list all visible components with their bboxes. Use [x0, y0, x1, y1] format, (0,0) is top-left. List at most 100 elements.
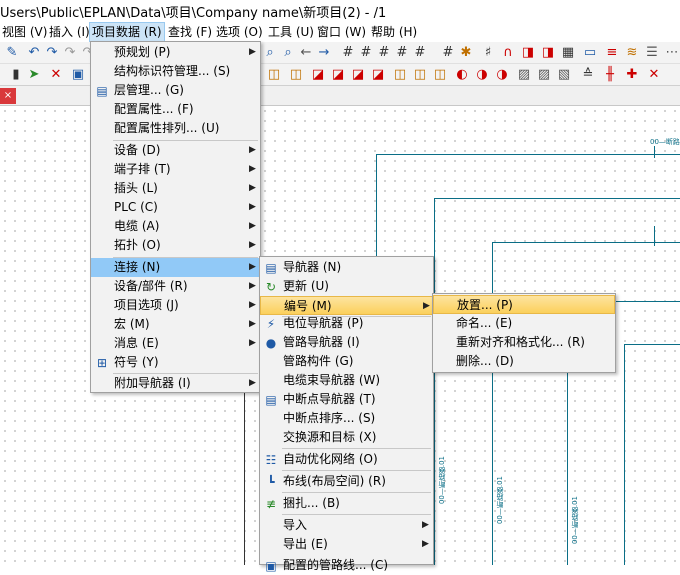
hatch-c-icon[interactable]: ▧	[556, 67, 572, 83]
menu-insert[interactable]: 插入 (I)	[47, 22, 92, 42]
menu-item-interruption-sort[interactable]: 中断点排序... (S)	[260, 409, 433, 428]
menu-item-navigator[interactable]: ▤ 导航器 (N)	[260, 258, 433, 277]
submenu-arrow-icon: ▶	[422, 520, 429, 530]
connect-f-icon[interactable]: ◪	[370, 67, 386, 83]
menu-item-topology[interactable]: 拓扑 (O) ▶	[91, 236, 260, 255]
undo-icon[interactable]: ↶	[26, 45, 42, 61]
submenu-arrow-icon: ▶	[249, 319, 256, 329]
menu-item-update[interactable]: ↻ 更新 (U)	[260, 277, 433, 296]
menu-item-config-props-order[interactable]: 配置属性排列... (U)	[91, 119, 260, 138]
close-icon[interactable]: ×	[0, 88, 16, 104]
menu-item-configured-pipes[interactable]: ▣ 配置的管路线... (C)	[260, 556, 433, 575]
menu-tools[interactable]: 工具 (U)	[266, 22, 316, 42]
menu-item-interruption-navigator[interactable]: ▤ 中断点导航器 (T)	[260, 390, 433, 409]
object-snap-icon[interactable]: ◨	[520, 45, 536, 61]
menu-item-macros[interactable]: 宏 (M) ▶	[91, 315, 260, 334]
connect-b-icon[interactable]: ◫	[288, 67, 304, 83]
menu-item-pipe-components[interactable]: 管路构件 (G)	[260, 352, 433, 371]
menu-item-extra-navigators[interactable]: 附加导航器 (I) ▶	[91, 374, 260, 393]
connect-e-icon[interactable]: ◪	[350, 67, 366, 83]
connect-j-icon[interactable]: ◐	[454, 67, 470, 83]
terminal-icon[interactable]: ╫	[602, 67, 618, 83]
window-icon[interactable]: ▭	[582, 45, 598, 61]
connect-l-icon[interactable]: ◑	[494, 67, 510, 83]
connect-k-icon[interactable]: ◑	[474, 67, 490, 83]
grid-b-icon[interactable]: #	[358, 45, 374, 61]
menu-item-layer-mgmt[interactable]: ▤ 层管理... (G)	[91, 81, 260, 100]
menu-item-export[interactable]: 导出 (E) ▶	[260, 535, 433, 554]
back-arrow-icon[interactable]: ←	[298, 45, 314, 61]
grid-e-icon[interactable]: #	[412, 45, 428, 61]
menu-item-cables[interactable]: 电缆 (A) ▶	[91, 217, 260, 236]
connect-a-icon[interactable]: ◫	[266, 67, 282, 83]
insert-symbol-icon[interactable]: ▮	[8, 67, 24, 83]
lines-icon[interactable]: ≡	[604, 45, 620, 61]
menu-item-devices[interactable]: 设备 (D) ▶	[91, 141, 260, 160]
grid-c-icon[interactable]: #	[376, 45, 392, 61]
menu-find[interactable]: 查找 (F)	[166, 22, 214, 42]
snap-grid-icon[interactable]: #	[440, 45, 456, 61]
cable-icon[interactable]: ✕	[646, 67, 662, 83]
menu-item-symbols[interactable]: ⊞ 符号 (Y)	[91, 353, 260, 372]
menu-item-plc[interactable]: PLC (C) ▶	[91, 198, 260, 217]
snap-a-icon[interactable]: ◨	[540, 45, 556, 61]
menu-item-realign-format[interactable]: 重新对齐和格式化... (R)	[433, 333, 615, 352]
wrench-icon[interactable]: ✎	[4, 45, 20, 61]
plug-icon[interactable]: ✚	[624, 67, 640, 83]
grid-icon[interactable]: #	[340, 45, 356, 61]
menu-help[interactable]: 帮助 (H)	[369, 22, 419, 42]
connect-g-icon[interactable]: ◫	[392, 67, 408, 83]
menu-item-place[interactable]: 放置... (P)	[433, 295, 615, 314]
redo-icon[interactable]: ↷	[44, 45, 60, 61]
submenu-arrow-icon: ▶	[249, 164, 256, 174]
connect-d-icon[interactable]: ◪	[330, 67, 346, 83]
wire-h3	[492, 242, 680, 243]
wave-icon[interactable]: ≋	[624, 45, 640, 61]
menu-item-config-props[interactable]: 配置属性... (F)	[91, 100, 260, 119]
grid-d-icon[interactable]: #	[394, 45, 410, 61]
menu-item-numbering[interactable]: 编号 (M) ▶	[260, 296, 433, 315]
more-icon[interactable]: ⋯	[664, 45, 680, 61]
redo-all-icon[interactable]: ↷	[62, 45, 78, 61]
hash-icon[interactable]: ♯	[480, 45, 496, 61]
menu-item-bundle[interactable]: ≢ 捆扎... (B)	[260, 494, 433, 513]
menu-item-devices-parts[interactable]: 设备/部件 (R) ▶	[91, 277, 260, 296]
menu-item-structure-id[interactable]: 结构标识符管理... (S)	[91, 62, 260, 81]
connect-c-icon[interactable]: ◪	[310, 67, 326, 83]
menu-item-name[interactable]: 命名... (E)	[433, 314, 615, 333]
menu-item-optimize-network[interactable]: ☷ 自动优化网络 (O)	[260, 450, 433, 469]
menu-item-preplanning[interactable]: 预规划 (P) ▶	[91, 43, 260, 62]
stack-icon[interactable]: ≙	[580, 67, 596, 83]
menu-item-swap-source-target[interactable]: 交换源和目标 (X)	[260, 428, 433, 447]
menu-item-plugs[interactable]: 插头 (L) ▶	[91, 179, 260, 198]
menu-item-project-options[interactable]: 项目选项 (J) ▶	[91, 296, 260, 315]
snap-point-icon[interactable]: ✱	[458, 45, 474, 61]
menu-view[interactable]: 视图 (V)	[0, 22, 49, 42]
snap-b-icon[interactable]: ▦	[560, 45, 576, 61]
menu-item-pipe-navigator[interactable]: ● 管路导航器 (I)	[260, 333, 433, 352]
menu-item-import[interactable]: 导入 ▶	[260, 516, 433, 535]
hatch-b-icon[interactable]: ▨	[536, 67, 552, 83]
zoom-icon[interactable]: ⌕	[262, 45, 278, 61]
menu-item-delete[interactable]: 删除... (D)	[433, 352, 615, 371]
menu-item-potential-navigator[interactable]: ⚡ 电位导航器 (P)	[260, 314, 433, 333]
menu-window[interactable]: 窗口 (W)	[315, 22, 368, 42]
list-icon[interactable]: ☰	[644, 45, 660, 61]
menu-item-connections[interactable]: 连接 (N) ▶	[91, 258, 260, 277]
menu-item-routing[interactable]: ┗ 布线(布局空间) (R)	[260, 472, 433, 491]
magnet-icon[interactable]: ∩	[500, 45, 516, 61]
select-icon[interactable]: ▣	[70, 67, 86, 83]
menu-options[interactable]: 选项 (O)	[214, 22, 265, 42]
menu-item-harness-navigator[interactable]: 电缆束导航器 (W)	[260, 371, 433, 390]
menu-item-terminal-strips[interactable]: 端子排 (T) ▶	[91, 160, 260, 179]
delete-icon[interactable]: ✕	[48, 67, 64, 83]
move-icon[interactable]: ➤	[26, 67, 42, 83]
hatch-a-icon[interactable]: ▨	[516, 67, 532, 83]
connect-h-icon[interactable]: ◫	[412, 67, 428, 83]
submenu-arrow-icon: ▶	[249, 183, 256, 193]
zoom-100-icon[interactable]: ⌕	[280, 45, 296, 61]
forward-arrow-icon[interactable]: →	[316, 45, 332, 61]
menu-item-messages[interactable]: 消息 (E) ▶	[91, 334, 260, 353]
connect-i-icon[interactable]: ◫	[432, 67, 448, 83]
menu-project-data[interactable]: 项目数据 (R)	[89, 22, 165, 42]
